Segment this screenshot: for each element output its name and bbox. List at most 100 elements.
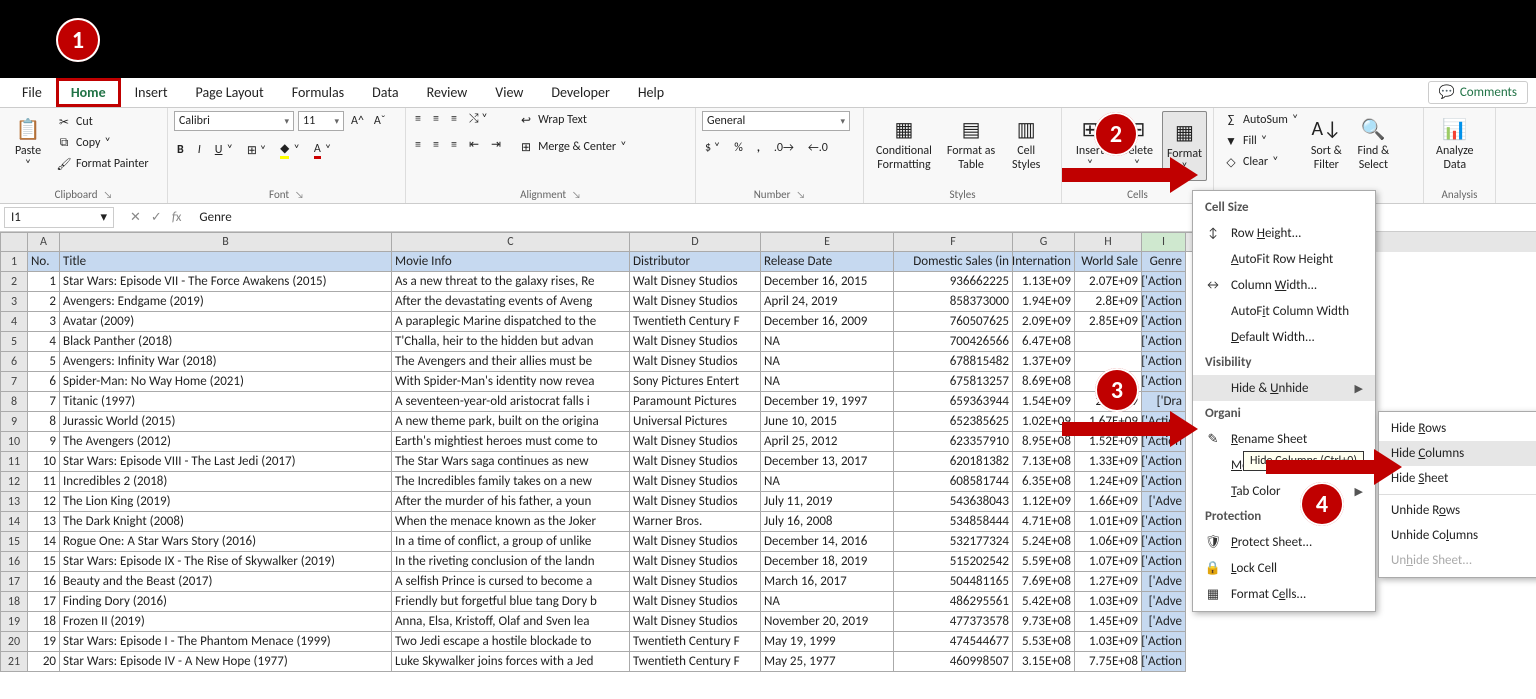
row-header[interactable]: 12 (0, 472, 28, 492)
cell[interactable]: A paraplegic Marine dispatched to the (392, 312, 630, 332)
cell[interactable]: Twentieth Century F (630, 652, 761, 672)
cell[interactable]: ['Dra (1142, 392, 1186, 412)
cell[interactable]: December 16, 2015 (761, 272, 894, 292)
tab-insert[interactable]: Insert (121, 78, 182, 107)
cell[interactable]: Avengers: Infinity War (2018) (60, 352, 392, 372)
cell[interactable]: ['Action (1142, 512, 1186, 532)
cell[interactable]: Walt Disney Studios (630, 532, 761, 552)
cell[interactable]: December 14, 2016 (761, 532, 894, 552)
cell[interactable]: ['Adve (1142, 612, 1186, 632)
row-header[interactable]: 2 (0, 272, 28, 292)
menu-autofit-column[interactable]: AutoFit Column Width (1193, 298, 1375, 324)
conditional-formatting-button[interactable]: ▦Conditional Formatting (870, 111, 938, 175)
cell[interactable]: With Spider-Man's identity now revea (392, 372, 630, 392)
cell[interactable]: NA (761, 472, 894, 492)
orientation-button[interactable]: ⤭ ˅ (466, 111, 491, 127)
cell[interactable]: 1.07E+09 (1075, 552, 1142, 572)
cell[interactable]: After the devastating events of Aveng (392, 292, 630, 312)
cell[interactable]: 534858444 (894, 512, 1013, 532)
cell[interactable]: ['Action (1142, 292, 1186, 312)
cell[interactable]: Star Wars: Episode IV - A New Hope (1977… (60, 652, 392, 672)
cell[interactable]: ['Action (1142, 452, 1186, 472)
row-header[interactable]: 3 (0, 292, 28, 312)
cell[interactable]: 1.12E+09 (1013, 492, 1075, 512)
cell[interactable]: ['Action (1142, 332, 1186, 352)
cell[interactable]: Titanic (1997) (60, 392, 392, 412)
cell[interactable]: 1.94E+09 (1013, 292, 1075, 312)
cell[interactable]: Star Wars: Episode IX - The Rise of Skyw… (60, 552, 392, 572)
increase-indent-button[interactable]: ⇥ (488, 136, 504, 153)
paste-button[interactable]: 📋 Paste˅ (6, 111, 50, 175)
cell[interactable]: 1.01E+09 (1075, 512, 1142, 532)
cell[interactable]: Walt Disney Studios (630, 612, 761, 632)
cell[interactable]: Luke Skywalker joins forces with a Jed (392, 652, 630, 672)
menu-lock-cell[interactable]: 🔒Lock Cell (1193, 555, 1375, 581)
comments-button[interactable]: 💬 Comments (1428, 81, 1528, 104)
align-center-button[interactable]: ≡ (430, 137, 442, 153)
cell[interactable]: The Star Wars saga continues as new (392, 452, 630, 472)
cell[interactable]: ['Action (1142, 352, 1186, 372)
menu-unhide-columns[interactable]: Unhide Columns (1379, 523, 1536, 548)
cell[interactable]: 936662225 (894, 272, 1013, 292)
cell[interactable]: When the menace known as the Joker (392, 512, 630, 532)
cell[interactable]: 504481165 (894, 572, 1013, 592)
cell[interactable]: 20 (28, 652, 60, 672)
cell[interactable]: 9.73E+08 (1013, 612, 1075, 632)
cell-styles-button[interactable]: ▥Cell Styles (1004, 111, 1048, 175)
accept-formula-icon[interactable]: ✓ (151, 210, 162, 225)
cell[interactable]: 1.03E+09 (1075, 632, 1142, 652)
cell[interactable]: May 25, 1977 (761, 652, 894, 672)
cell[interactable]: ['Action (1142, 372, 1186, 392)
cell[interactable]: Two Jedi escape a hostile blockade to (392, 632, 630, 652)
tab-help[interactable]: Help (624, 78, 678, 107)
cell[interactable]: 14 (28, 532, 60, 552)
cell[interactable]: Twentieth Century F (630, 632, 761, 652)
col-header-B[interactable]: B (60, 232, 392, 252)
cell[interactable]: 532177324 (894, 532, 1013, 552)
row-header[interactable]: 19 (0, 612, 28, 632)
cell[interactable]: 1.24E+09 (1075, 472, 1142, 492)
cell[interactable]: Internation (1013, 252, 1075, 272)
cell[interactable]: 4 (28, 332, 60, 352)
decrease-indent-button[interactable]: ⇤ (466, 136, 482, 153)
cell[interactable]: 9 (28, 432, 60, 452)
menu-format-cells[interactable]: ▦Format Cells... (1193, 581, 1375, 607)
cell[interactable]: Twentieth Century F (630, 312, 761, 332)
cell[interactable]: 3 (28, 312, 60, 332)
cell[interactable]: Frozen II (2019) (60, 612, 392, 632)
cell[interactable]: ['Action (1142, 272, 1186, 292)
cell[interactable]: 7.69E+08 (1013, 572, 1075, 592)
font-name-select[interactable]: Calibri▾ (174, 111, 294, 131)
clear-button[interactable]: ◇Clear ˅ (1220, 153, 1301, 171)
cell[interactable]: 6.35E+08 (1013, 472, 1075, 492)
cell[interactable]: 13 (28, 512, 60, 532)
cell[interactable]: December 19, 1997 (761, 392, 894, 412)
cell[interactable]: Genre (1142, 252, 1186, 272)
percent-button[interactable]: % (731, 140, 746, 156)
find-select-button[interactable]: 🔍Find & Select (1351, 111, 1395, 175)
cell[interactable]: December 13, 2017 (761, 452, 894, 472)
cell[interactable]: June 10, 2015 (761, 412, 894, 432)
wrap-text-button[interactable]: ↩Wrap Text (515, 111, 629, 129)
cell[interactable]: 2.07E+09 (1075, 272, 1142, 292)
cell[interactable]: 5.53E+08 (1013, 632, 1075, 652)
tab-formulas[interactable]: Formulas (278, 78, 358, 107)
cell[interactable]: The Avengers and their allies must be (392, 352, 630, 372)
copy-button[interactable]: ⧉Copy ˅ (53, 134, 152, 152)
font-launcher[interactable]: ↘ (295, 188, 304, 201)
row-header[interactable]: 18 (0, 592, 28, 612)
align-left-button[interactable]: ≡ (412, 137, 424, 153)
cell[interactable]: 543638043 (894, 492, 1013, 512)
cell[interactable]: Rogue One: A Star Wars Story (2016) (60, 532, 392, 552)
cell[interactable]: ['Adve (1142, 492, 1186, 512)
increase-decimal-button[interactable]: .0→ (771, 140, 797, 156)
col-header-F[interactable]: F (894, 232, 1013, 252)
cell[interactable]: 486295561 (894, 592, 1013, 612)
fill-button[interactable]: ▼Fill ˅ (1220, 132, 1301, 150)
comma-button[interactable]: , (754, 140, 763, 156)
cell[interactable]: 608581744 (894, 472, 1013, 492)
font-size-select[interactable]: 11▾ (298, 111, 344, 131)
cell[interactable]: ['Action (1142, 312, 1186, 332)
row-header[interactable]: 20 (0, 632, 28, 652)
cell[interactable]: The Dark Knight (2008) (60, 512, 392, 532)
